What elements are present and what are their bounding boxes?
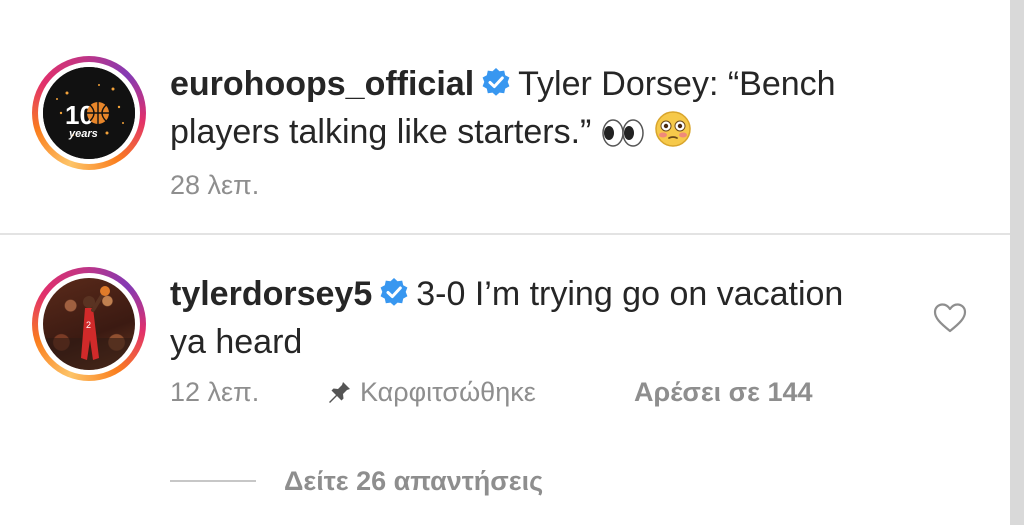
pin-icon: [326, 378, 352, 411]
post-username[interactable]: eurohoops_official: [170, 65, 474, 103]
verified-icon: [378, 276, 410, 320]
caption-line1: Tyler Dorsey: “Bench: [518, 65, 836, 103]
view-replies-label: Δείτε 26 απαντήσεις: [284, 466, 544, 496]
story-ring[interactable]: 10 years: [32, 56, 146, 170]
comment-text: tylerdorsey5 3-0 I’m trying go on vacati…: [170, 272, 843, 364]
eyes-emoji-icon: [601, 115, 645, 159]
svg-text:years: years: [68, 128, 98, 140]
pinned-comment: 2 tylerdorsey5 3-0 I’m trying go on vaca…: [0, 236, 1010, 525]
eurohoops-10-years-logo: 10 years: [43, 67, 135, 159]
avatar-eurohoops[interactable]: 10 years: [43, 67, 135, 159]
replies-line: [170, 480, 256, 482]
comment-line2: ya heard: [170, 323, 303, 361]
svg-text:2: 2: [86, 320, 91, 330]
player-photo: 2: [43, 286, 135, 370]
verified-icon: [480, 66, 512, 110]
like-heart-icon[interactable]: [932, 302, 968, 339]
post-time: 28 λεπ.: [170, 170, 260, 200]
comment-time: 12 λεπ.: [170, 377, 260, 407]
pinned-label: Καρφιτσώθηκε: [360, 377, 536, 407]
comment-username[interactable]: tylerdorsey5: [170, 275, 372, 313]
likes-count[interactable]: Αρέσει σε 144: [634, 377, 813, 408]
scrollbar[interactable]: [1010, 0, 1024, 525]
caption-line2: players talking like starters.”: [170, 113, 592, 151]
caption-text: eurohoops_official Tyler Dorsey: “Bench …: [170, 62, 836, 159]
story-ring[interactable]: 2: [32, 267, 146, 381]
comment-line1: 3-0 I’m trying go on vacation: [416, 275, 844, 313]
divider: [0, 233, 1010, 235]
post-caption: 10 years eurohoops_official Tyler Dorsey…: [0, 0, 1010, 234]
pinned-status: Καρφιτσώθηκε: [326, 377, 536, 411]
flushed-face-emoji-icon: [654, 110, 692, 159]
avatar-tylerdorsey5[interactable]: 2: [43, 278, 135, 370]
view-replies-button[interactable]: Δείτε 26 απαντήσεις: [284, 466, 543, 497]
